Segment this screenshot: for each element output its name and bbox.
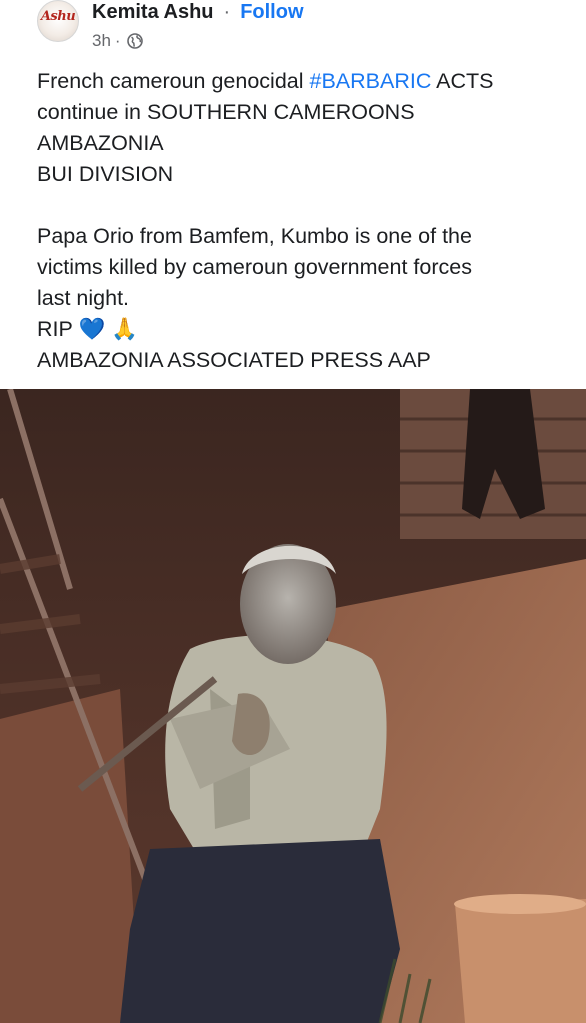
hashtag-link[interactable]: #BARBARIC bbox=[310, 69, 432, 93]
follow-button[interactable]: Follow bbox=[240, 1, 303, 24]
author-name[interactable]: Kemita Ashu bbox=[92, 1, 214, 24]
post-text-segment: ACTS bbox=[431, 69, 494, 93]
post-timestamp[interactable]: 3h bbox=[92, 31, 111, 51]
author-line: Kemita Ashu · Follow bbox=[92, 0, 304, 24]
globe-icon[interactable] bbox=[126, 33, 143, 49]
post-body: French cameroun genocidal #BARBARIC ACTS… bbox=[37, 66, 577, 376]
separator-dot: · bbox=[223, 0, 231, 23]
avatar-logo-text: Ashu bbox=[40, 9, 76, 24]
post-line: BUI DIVISION bbox=[37, 162, 174, 186]
post-line: AMBAZONIA bbox=[37, 131, 164, 155]
post-line: last night. bbox=[37, 286, 130, 310]
post-line: continue in SOUTHERN CAMEROONS bbox=[37, 100, 415, 124]
post-photo[interactable] bbox=[0, 389, 586, 1023]
post-line: French cameroun genocidal #BARBARIC ACTS bbox=[37, 66, 577, 97]
post-line: RIP 💙 🙏 bbox=[37, 314, 577, 345]
meta-separator: · bbox=[114, 31, 121, 50]
post-text-segment: French cameroun genocidal bbox=[37, 69, 310, 93]
post-header: Ashu Kemita Ashu · Follow 3h · bbox=[0, 0, 586, 62]
post-line: AMBAZONIA ASSOCIATED PRESS AAP bbox=[37, 348, 431, 372]
post-line: Papa Orio from Bamfem, Kumbo is one of t… bbox=[37, 224, 472, 248]
heart-and-prayer-emoji: 💙 🙏 bbox=[78, 317, 138, 341]
author-avatar[interactable]: Ashu bbox=[37, 0, 79, 42]
post-meta: 3h · bbox=[92, 30, 143, 52]
photo-illustration bbox=[0, 389, 586, 1023]
post-text-segment: RIP bbox=[37, 317, 79, 341]
post-line: victims killed by cameroun government fo… bbox=[37, 255, 472, 279]
